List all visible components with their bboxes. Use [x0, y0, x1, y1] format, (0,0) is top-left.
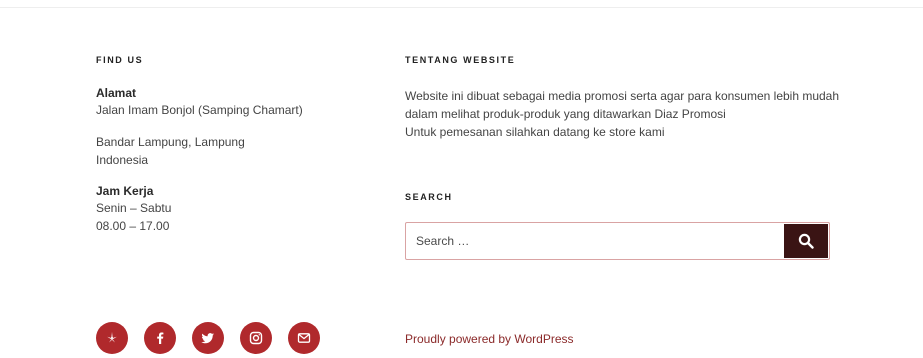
facebook-link[interactable]	[144, 322, 176, 354]
twitter-icon	[201, 333, 214, 344]
about-line-2: dalam melihat produk-produk yang ditawar…	[405, 107, 726, 121]
address-line-1: Jalan Imam Bonjol (Samping Chamart)	[96, 103, 303, 117]
email-icon	[297, 333, 311, 343]
email-link[interactable]	[288, 322, 320, 354]
hours-time: 08.00 – 17.00	[96, 219, 170, 233]
hours-days: Senin – Sabtu	[96, 201, 172, 215]
yelp-link[interactable]	[96, 322, 128, 354]
address-label: Alamat	[96, 86, 137, 100]
search-button[interactable]	[784, 224, 828, 258]
about-line-1: Website ini dibuat sebagai media promosi…	[405, 89, 840, 103]
about-title: TENTANG WEBSITE	[405, 55, 516, 65]
address-line-2: Bandar Lampung, Lampung	[96, 135, 245, 149]
search-title: SEARCH	[405, 192, 453, 202]
find-us-widget: FIND US Alamat Jalan Imam Bonjol (Sampin…	[96, 55, 356, 235]
twitter-link[interactable]	[192, 322, 224, 354]
about-line-3: Untuk pemesanan silahkan datang ke store…	[405, 125, 665, 139]
about-widget: TENTANG WEBSITE Website ini dibuat sebag…	[405, 55, 845, 141]
facebook-icon	[157, 332, 164, 344]
yelp-icon	[107, 332, 117, 343]
instagram-link[interactable]	[240, 322, 272, 354]
social-links	[96, 322, 320, 354]
powered-by-link[interactable]: Proudly powered by WordPress	[405, 332, 574, 346]
find-us-title: FIND US	[96, 55, 144, 65]
search-form	[405, 222, 830, 260]
search-widget: SEARCH	[405, 192, 453, 202]
address-line-3: Indonesia	[96, 153, 149, 167]
search-icon	[798, 233, 814, 249]
top-divider	[0, 7, 923, 8]
search-input[interactable]	[406, 223, 794, 259]
hours-label: Jam Kerja	[96, 184, 154, 198]
instagram-icon	[249, 331, 263, 345]
